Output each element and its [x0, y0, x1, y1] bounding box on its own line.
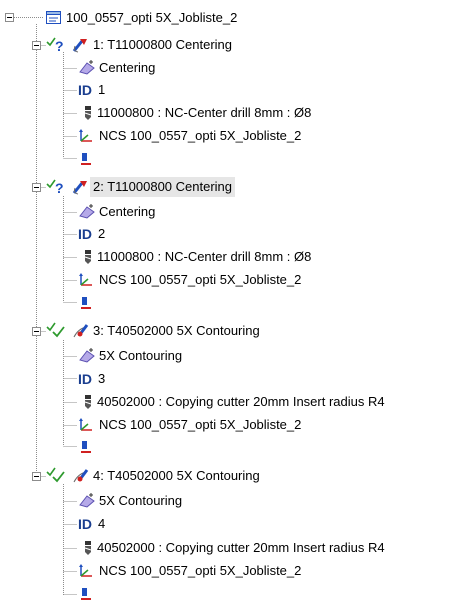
tool-label: 40502000 : Copying cutter 20mm Insert ra…: [97, 394, 385, 409]
id-value: 3: [98, 371, 106, 386]
job-3-id[interactable]: ID 3: [78, 369, 105, 389]
job-3-collapse-toggle[interactable]: [32, 327, 41, 336]
tool-icon: [82, 105, 94, 121]
job-1[interactable]: ? 1: T11000800 Centering: [46, 35, 232, 55]
job-3-tool[interactable]: 40502000 : Copying cutter 20mm Insert ra…: [82, 392, 385, 412]
job-1-status: ?: [46, 35, 72, 55]
job-4[interactable]: 4: T40502000 5X Contouring: [46, 466, 260, 486]
ncs-label: NCS 100_0557_opti 5X_Jobliste_2: [99, 128, 302, 143]
job-tree: 100_0557_opti 5X_Jobliste_2 ? 1: T110008…: [0, 0, 465, 605]
tool-icon: [82, 394, 94, 410]
tool-label: 11000800 : NC-Center drill 8mm : Ø8: [97, 249, 312, 264]
id-value: 4: [98, 516, 106, 531]
contouring-operation-icon: [72, 323, 90, 339]
root-label: 100_0557_opti 5X_Jobliste_2: [66, 10, 238, 25]
operation-label: 5X Contouring: [99, 493, 183, 508]
job-3-status: [46, 321, 72, 341]
job-3[interactable]: 3: T40502000 5X Contouring: [46, 321, 260, 341]
job-1-ncs[interactable]: NCS 100_0557_opti 5X_Jobliste_2: [78, 126, 301, 146]
coordinate-system-icon: [78, 417, 96, 433]
operation-type-icon: [78, 493, 96, 509]
coordinate-system-icon: [78, 128, 96, 144]
toolpath-icon: [78, 152, 96, 168]
program-list-icon: [45, 10, 63, 26]
id-icon: ID: [78, 371, 92, 387]
job-1-label: 1: T11000800 Centering: [93, 37, 233, 52]
operation-label: Centering: [99, 60, 156, 75]
drill-operation-icon: [72, 179, 90, 195]
job-4-status: [46, 466, 72, 486]
job-1-operation[interactable]: Centering: [78, 58, 155, 78]
operation-label: Centering: [99, 204, 156, 219]
question-mark-icon: ?: [55, 38, 64, 54]
job-2[interactable]: ? 2: T11000800 Centering: [46, 177, 236, 197]
question-mark-icon: ?: [55, 180, 64, 196]
contouring-operation-icon: [72, 468, 90, 484]
job-2-id[interactable]: ID 2: [78, 224, 105, 244]
coordinate-system-icon: [78, 272, 96, 288]
root-collapse-toggle[interactable]: [5, 13, 14, 22]
id-icon: ID: [78, 226, 92, 242]
id-icon: ID: [78, 516, 92, 532]
job-4-toolpath[interactable]: [78, 585, 99, 605]
job-1-collapse-toggle[interactable]: [32, 41, 41, 50]
drill-operation-icon: [72, 37, 90, 53]
ncs-label: NCS 100_0557_opti 5X_Jobliste_2: [99, 417, 302, 432]
job-2-label: 2: T11000800 Centering: [90, 177, 236, 197]
operation-type-icon: [78, 60, 96, 76]
id-icon: ID: [78, 82, 92, 98]
job-4-collapse-toggle[interactable]: [32, 472, 41, 481]
job-2-tool[interactable]: 11000800 : NC-Center drill 8mm : Ø8: [82, 247, 311, 267]
check-mark-icon: [46, 467, 65, 483]
job-4-ncs[interactable]: NCS 100_0557_opti 5X_Jobliste_2: [78, 561, 301, 581]
toolpath-icon: [78, 296, 96, 312]
toolpath-icon: [78, 440, 96, 456]
tool-icon: [82, 249, 94, 265]
job-4-tool[interactable]: 40502000 : Copying cutter 20mm Insert ra…: [82, 538, 385, 558]
job-4-id[interactable]: ID 4: [78, 514, 105, 534]
job-2-collapse-toggle[interactable]: [32, 183, 41, 192]
toolpath-icon: [78, 587, 96, 603]
job-4-label: 4: T40502000 5X Contouring: [93, 468, 260, 483]
job-2-status: ?: [46, 177, 72, 197]
operation-label: 5X Contouring: [99, 348, 183, 363]
job-3-label: 3: T40502000 5X Contouring: [93, 323, 260, 338]
job-3-operation[interactable]: 5X Contouring: [78, 346, 182, 366]
tool-label: 11000800 : NC-Center drill 8mm : Ø8: [97, 105, 312, 120]
ncs-label: NCS 100_0557_opti 5X_Jobliste_2: [99, 272, 302, 287]
job-2-operation[interactable]: Centering: [78, 202, 155, 222]
id-value: 1: [98, 82, 106, 97]
job-2-ncs[interactable]: NCS 100_0557_opti 5X_Jobliste_2: [78, 270, 301, 290]
id-value: 2: [98, 226, 106, 241]
tree-root[interactable]: 100_0557_opti 5X_Jobliste_2: [45, 8, 237, 28]
check-mark-icon: [46, 322, 65, 338]
job-3-ncs[interactable]: NCS 100_0557_opti 5X_Jobliste_2: [78, 415, 301, 435]
coordinate-system-icon: [78, 563, 96, 579]
tool-icon: [82, 540, 94, 556]
job-2-toolpath[interactable]: [78, 294, 99, 314]
job-1-tool[interactable]: 11000800 : NC-Center drill 8mm : Ø8: [82, 103, 311, 123]
tree-lines: [14, 17, 77, 596]
tool-label: 40502000 : Copying cutter 20mm Insert ra…: [97, 540, 385, 555]
job-1-id[interactable]: ID 1: [78, 80, 105, 100]
job-3-toolpath[interactable]: [78, 438, 99, 458]
job-4-operation[interactable]: 5X Contouring: [78, 491, 182, 511]
job-1-toolpath[interactable]: [78, 150, 99, 170]
operation-type-icon: [78, 204, 96, 220]
operation-type-icon: [78, 348, 96, 364]
ncs-label: NCS 100_0557_opti 5X_Jobliste_2: [99, 563, 302, 578]
